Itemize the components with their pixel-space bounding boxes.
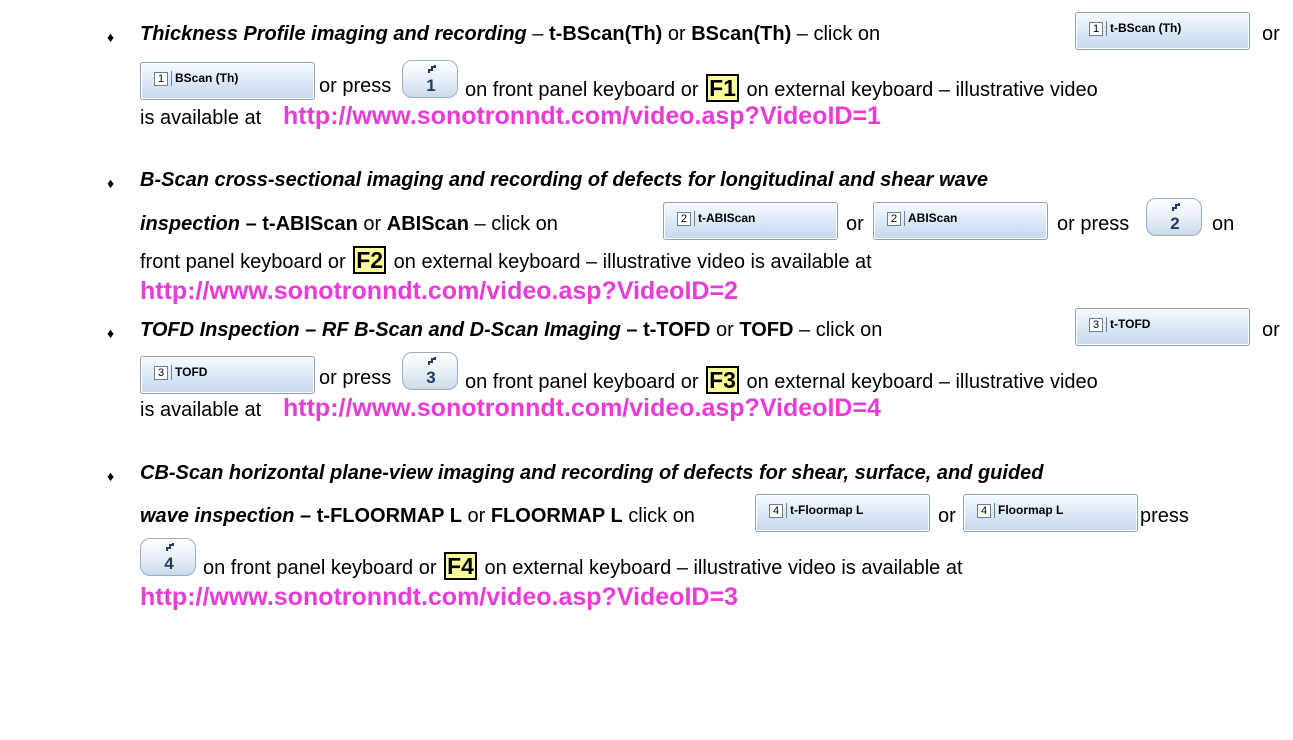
or-text: or bbox=[1262, 23, 1280, 45]
item-title: B-Scan cross-sectional imaging and recor… bbox=[140, 169, 988, 191]
list-bullet: ♦ bbox=[107, 468, 115, 484]
list-bullet: ♦ bbox=[107, 325, 115, 341]
video-link-2[interactable]: http://www.sonotronndt.com/video.asp?Vid… bbox=[140, 276, 738, 306]
or-text: or bbox=[1262, 319, 1280, 341]
t-floormap-l-button[interactable]: 4 t-Floormap L bbox=[755, 494, 930, 532]
front-panel-key-4[interactable]: 4 bbox=[140, 538, 196, 576]
button-number: 2 bbox=[677, 212, 691, 226]
on-text: on bbox=[1212, 213, 1235, 235]
f2-key: F2 bbox=[353, 246, 387, 274]
press-text: press bbox=[1140, 505, 1189, 527]
available-text: is available at bbox=[140, 107, 262, 129]
or-press-text: or press bbox=[319, 367, 392, 389]
button-label: t-Floormap L bbox=[786, 503, 863, 518]
item-title: Thickness Profile imaging and recording bbox=[140, 23, 527, 45]
mode-name: ABIScan bbox=[386, 213, 469, 235]
video-link-3[interactable]: http://www.sonotronndt.com/video.asp?Vid… bbox=[283, 393, 881, 423]
item-title: TOFD Inspection – RF B-Scan and D-Scan I… bbox=[140, 319, 621, 341]
item-4-line-3: on front panel keyboard or F4 on externa… bbox=[203, 552, 963, 580]
item-2-line-3: front panel keyboard or F2 on external k… bbox=[140, 246, 872, 274]
item-2-line-2: inspection – t-ABIScan or ABIScan – clic… bbox=[140, 213, 558, 235]
item-title: inspection bbox=[140, 213, 241, 235]
floormap-l-button[interactable]: 4 Floormap L bbox=[963, 494, 1138, 532]
step-arrow-icon bbox=[428, 357, 436, 365]
button-number: 1 bbox=[154, 72, 168, 86]
item-title: CB-Scan horizontal plane-view imaging an… bbox=[140, 462, 1044, 484]
mode-name: TOFD bbox=[739, 319, 794, 341]
key-number: 4 bbox=[164, 554, 174, 573]
or-press-text: or press bbox=[1057, 213, 1130, 235]
button-label: TOFD bbox=[171, 365, 207, 380]
step-arrow-icon bbox=[428, 65, 436, 73]
key-number: 2 bbox=[1170, 214, 1180, 233]
mode-name: t-ABIScan bbox=[262, 213, 358, 235]
t-tofd-button[interactable]: 3 t-TOFD bbox=[1075, 308, 1250, 346]
t-abiscan-button[interactable]: 2 t-ABIScan bbox=[663, 202, 838, 240]
or-text: or bbox=[846, 213, 864, 235]
front-panel-key-3[interactable]: 3 bbox=[402, 352, 458, 390]
mode-name: FLOORMAP L bbox=[490, 505, 623, 527]
step-arrow-icon bbox=[1172, 203, 1180, 211]
button-label: t-BScan (Th) bbox=[1106, 21, 1181, 36]
button-number: 3 bbox=[1089, 318, 1103, 332]
mode-name: t-BScan(Th) bbox=[549, 23, 663, 45]
item-1-line-1: Thickness Profile imaging and recording … bbox=[140, 23, 881, 45]
button-number: 4 bbox=[769, 504, 783, 518]
item-title: wave inspection bbox=[140, 505, 295, 527]
button-label: Floormap L bbox=[994, 503, 1063, 518]
f3-key: F3 bbox=[706, 366, 739, 394]
button-number: 1 bbox=[1089, 22, 1103, 36]
key-number: 3 bbox=[426, 368, 436, 387]
video-link-1[interactable]: http://www.sonotronndt.com/video.asp?Vid… bbox=[283, 101, 881, 131]
bscan-th-button[interactable]: 1 BScan (Th) bbox=[140, 62, 315, 100]
button-label: BScan (Th) bbox=[171, 71, 238, 86]
available-text: is available at bbox=[140, 399, 262, 421]
button-label: t-ABIScan bbox=[694, 211, 755, 226]
or-press-text: or press bbox=[319, 75, 392, 97]
button-number: 3 bbox=[154, 366, 168, 380]
abiscan-button[interactable]: 2 ABIScan bbox=[873, 202, 1048, 240]
key-number: 1 bbox=[426, 76, 436, 95]
video-link-4[interactable]: http://www.sonotronndt.com/video.asp?Vid… bbox=[140, 582, 738, 612]
item-3-line-2: on front panel keyboard or F3 on externa… bbox=[465, 366, 1098, 394]
mode-name: t-TOFD bbox=[643, 319, 711, 341]
mode-name: BScan(Th) bbox=[691, 23, 792, 45]
f4-key: F4 bbox=[444, 552, 477, 580]
t-bscan-th-button[interactable]: 1 t-BScan (Th) bbox=[1075, 12, 1250, 50]
front-panel-key-1[interactable]: 1 bbox=[402, 60, 458, 98]
button-label: ABIScan bbox=[904, 211, 957, 226]
tofd-button[interactable]: 3 TOFD bbox=[140, 356, 315, 394]
f1-key: F1 bbox=[706, 74, 739, 102]
item-1-line-2: on front panel keyboard or F1 on externa… bbox=[465, 74, 1098, 102]
list-bullet: ♦ bbox=[107, 175, 115, 191]
list-bullet: ♦ bbox=[107, 29, 115, 45]
or-text: or bbox=[938, 505, 956, 527]
button-number: 4 bbox=[977, 504, 991, 518]
mode-name: t-FLOORMAP L bbox=[316, 505, 462, 527]
button-label: t-TOFD bbox=[1106, 317, 1150, 332]
step-arrow-icon bbox=[166, 543, 174, 551]
button-number: 2 bbox=[887, 212, 901, 226]
item-4-line-2: wave inspection – t-FLOORMAP L or FLOORM… bbox=[140, 505, 695, 527]
item-3-line-1: TOFD Inspection – RF B-Scan and D-Scan I… bbox=[140, 319, 883, 341]
front-panel-key-2[interactable]: 2 bbox=[1146, 198, 1202, 236]
